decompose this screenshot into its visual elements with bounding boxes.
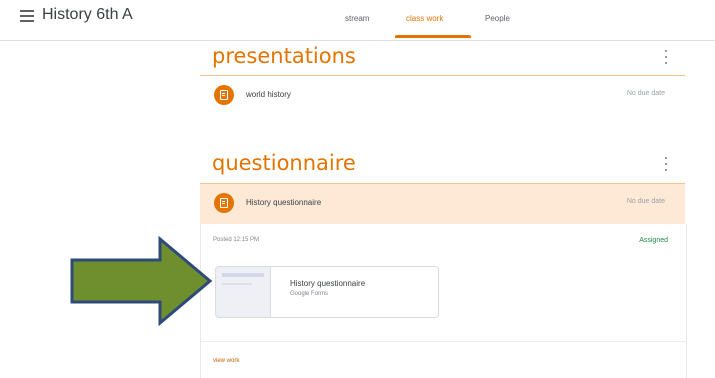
assignment-title: History questionnaire [246,198,322,207]
attachment-subtitle: Google Forms [290,291,329,297]
posted-time: Posted 12:15 PM [213,237,260,243]
assignment-title: world history [246,90,291,99]
assignment-row[interactable]: world history No due date [200,76,685,116]
tab-stream[interactable]: stream [345,14,369,23]
assignment-details: Posted 12:15 PM Assigned History questio… [200,224,687,378]
arrow-annotation [70,236,213,326]
assignment-row-expanded[interactable]: History questionnaire No due date [200,184,685,224]
topic-title-presentations: presentations [212,44,356,68]
attachment-thumbnail [216,267,271,317]
status-label: Assigned [639,237,668,244]
topic-title-questionnaire: questionnaire [212,151,356,175]
tab-people[interactable]: People [485,14,510,23]
active-tab-indicator [395,35,471,38]
class-title[interactable]: History 6th A [42,6,133,24]
more-vert-icon[interactable] [664,50,668,64]
divider [201,341,686,342]
attachment-card[interactable]: History questionnaire Google Forms [215,266,439,318]
attachment-title: History questionnaire [290,279,366,288]
menu-icon[interactable] [20,10,34,22]
due-date: No due date [626,90,665,97]
view-work-link[interactable]: view work [213,358,239,364]
assignment-icon [214,85,234,105]
due-date: No due date [626,198,665,205]
top-app-bar: History 6th A stream class work People [0,0,715,41]
more-vert-icon[interactable] [664,157,668,171]
assignment-icon [214,193,234,213]
tab-classwork[interactable]: class work [406,14,443,23]
